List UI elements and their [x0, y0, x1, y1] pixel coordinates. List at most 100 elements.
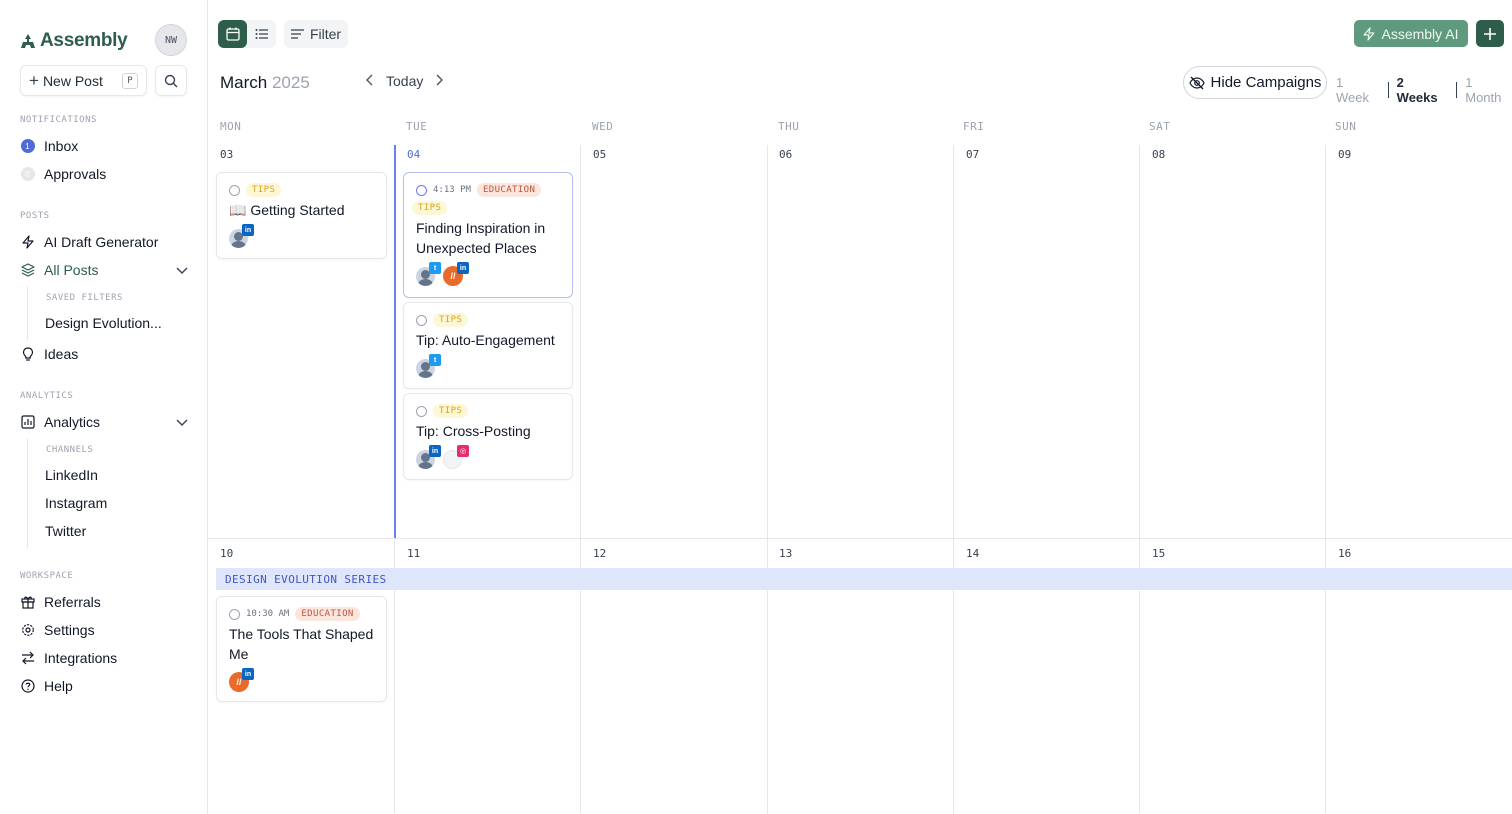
logo[interactable]: Assembly: [20, 30, 128, 52]
post-title: The Tools That Shaped Me: [229, 626, 374, 662]
plus-icon: [1484, 27, 1496, 40]
sidebar-item-label: Inbox: [44, 138, 79, 154]
sidebar-item-ideas[interactable]: Ideas: [20, 343, 188, 365]
status-circle-icon[interactable]: [416, 405, 427, 417]
sidebar-item-analytics[interactable]: Analytics: [20, 411, 188, 433]
sidebar-item-label: AI Draft Generator: [44, 234, 159, 250]
sidebar-item-integrations[interactable]: Integrations: [20, 647, 188, 669]
chevron-down-icon[interactable]: [176, 414, 188, 430]
campaign-bar[interactable]: DESIGN EVOLUTION SERIES: [216, 568, 1512, 590]
year-label: 2025: [271, 73, 310, 92]
grid-line: [1325, 145, 1326, 814]
linkedin-icon: in: [457, 262, 469, 274]
day-number: 15: [1152, 547, 1166, 560]
filter-label: Filter: [309, 26, 342, 42]
month-title: March 2025: [220, 73, 310, 93]
range-selector: 1 Week 2 Weeks 1 Month: [1336, 75, 1512, 105]
channel-item-twitter[interactable]: Twitter: [45, 523, 86, 539]
assembly-ai-label: Assembly AI: [1381, 25, 1459, 42]
shortcut-badge: P: [122, 72, 138, 89]
status-circle-icon[interactable]: [229, 184, 240, 196]
sidebar: Assembly NW + New Post P NOTIFICATIONS 1…: [0, 0, 208, 814]
post-title: Tip: Auto-Engagement: [416, 332, 555, 348]
saved-filter-item[interactable]: Design Evolution...: [45, 315, 162, 331]
chevron-down-icon[interactable]: [176, 262, 188, 278]
sidebar-item-label: Help: [44, 678, 73, 694]
lightning-icon: [1363, 26, 1376, 41]
dow-wed: WED: [592, 120, 614, 133]
saved-filters-label: SAVED FILTERS: [46, 293, 123, 303]
dow-fri: FRI: [963, 120, 985, 133]
hide-campaigns-label: Hide Campaigns: [1210, 74, 1322, 91]
search-button[interactable]: [155, 65, 187, 96]
sidebar-item-settings[interactable]: Settings: [20, 619, 188, 641]
range-2-weeks[interactable]: 2 Weeks: [1397, 75, 1449, 105]
assembly-ai-button[interactable]: Assembly AI: [1354, 20, 1468, 47]
user-avatar[interactable]: NW: [155, 24, 187, 56]
grid-line: [1139, 145, 1140, 814]
post-card[interactable]: TIPS Tip: Auto-Engagement t: [403, 302, 573, 389]
tag-badge: EDUCATION: [295, 607, 360, 621]
channel-item-linkedin[interactable]: LinkedIn: [45, 467, 98, 483]
post-title: Tip: Cross-Posting: [416, 423, 531, 439]
day-number: 11: [407, 547, 421, 560]
arrows-icon: [20, 651, 35, 666]
dow-sun: SUN: [1335, 120, 1357, 133]
filter-icon: [290, 29, 304, 39]
sidebar-item-approvals[interactable]: 0 Approvals: [20, 163, 188, 185]
grid-line: [767, 145, 768, 814]
channels-label: CHANNELS: [46, 445, 94, 455]
layers-icon: [20, 263, 35, 278]
day-number: 03: [220, 148, 234, 161]
add-post-button[interactable]: [1476, 20, 1504, 47]
status-circle-icon[interactable]: [416, 314, 427, 326]
list-icon: [255, 29, 268, 39]
sidebar-item-help[interactable]: Help: [20, 675, 188, 697]
new-post-label: New Post: [42, 72, 103, 89]
linkedin-icon: in: [242, 668, 254, 680]
filter-button[interactable]: Filter: [284, 20, 348, 48]
post-title: Finding Inspiration in Unexpected Places: [416, 220, 546, 256]
scheduled-check-icon[interactable]: [416, 184, 427, 196]
hide-campaigns-button[interactable]: Hide Campaigns: [1183, 66, 1327, 99]
twitter-icon: t: [429, 262, 441, 274]
eye-off-icon: [1188, 76, 1205, 89]
post-card[interactable]: TIPS Tip: Cross-Posting in ◎: [403, 393, 573, 480]
chevron-right-icon[interactable]: [435, 74, 444, 89]
sidebar-item-label: Referrals: [44, 594, 101, 610]
plus-icon: +: [29, 70, 39, 90]
sidebar-item-label: Analytics: [44, 414, 101, 430]
month-name: March: [220, 73, 268, 92]
analytics-section-label: ANALYTICS: [20, 391, 74, 401]
sidebar-item-all-posts[interactable]: All Posts: [20, 259, 188, 281]
sidebar-item-ai-draft[interactable]: AI Draft Generator: [20, 231, 188, 253]
chevron-left-icon[interactable]: [366, 74, 374, 89]
post-card[interactable]: 10:30 AM EDUCATION The Tools That Shaped…: [216, 596, 387, 702]
today-button[interactable]: Today: [386, 73, 423, 89]
calendar-icon: [225, 27, 240, 41]
calendar-view-button[interactable]: [218, 20, 247, 48]
dow-thu: THU: [778, 120, 800, 133]
range-1-month[interactable]: 1 Month: [1465, 75, 1512, 105]
logo-text: Assembly: [40, 30, 128, 51]
channel-item-instagram[interactable]: Instagram: [45, 495, 107, 511]
list-view-button[interactable]: [247, 20, 276, 48]
new-post-button[interactable]: + New Post P: [20, 65, 147, 96]
tag-badge: TIPS: [433, 313, 469, 327]
status-circle-icon[interactable]: [229, 608, 240, 620]
tag-badge: TIPS: [433, 404, 469, 418]
day-number: 10: [220, 547, 234, 560]
post-card[interactable]: TIPS 📖 Getting Started in: [216, 172, 387, 259]
post-title: 📖 Getting Started: [229, 202, 345, 218]
range-1-week[interactable]: 1 Week: [1336, 75, 1380, 105]
grid-line: [208, 538, 1512, 539]
posts-section-label: POSTS: [20, 211, 50, 221]
twitter-icon: t: [429, 354, 441, 366]
post-time: 10:30 AM: [246, 609, 290, 619]
sidebar-item-inbox[interactable]: 1 Inbox: [20, 135, 188, 157]
sidebar-item-referrals[interactable]: Referrals: [20, 591, 188, 613]
view-toggle: [218, 20, 276, 48]
lightbulb-icon: [20, 346, 35, 362]
post-card[interactable]: 4:13 PM EDUCATION TIPS Finding Inspirati…: [403, 172, 573, 298]
workspace-section-label: WORKSPACE: [20, 571, 74, 581]
